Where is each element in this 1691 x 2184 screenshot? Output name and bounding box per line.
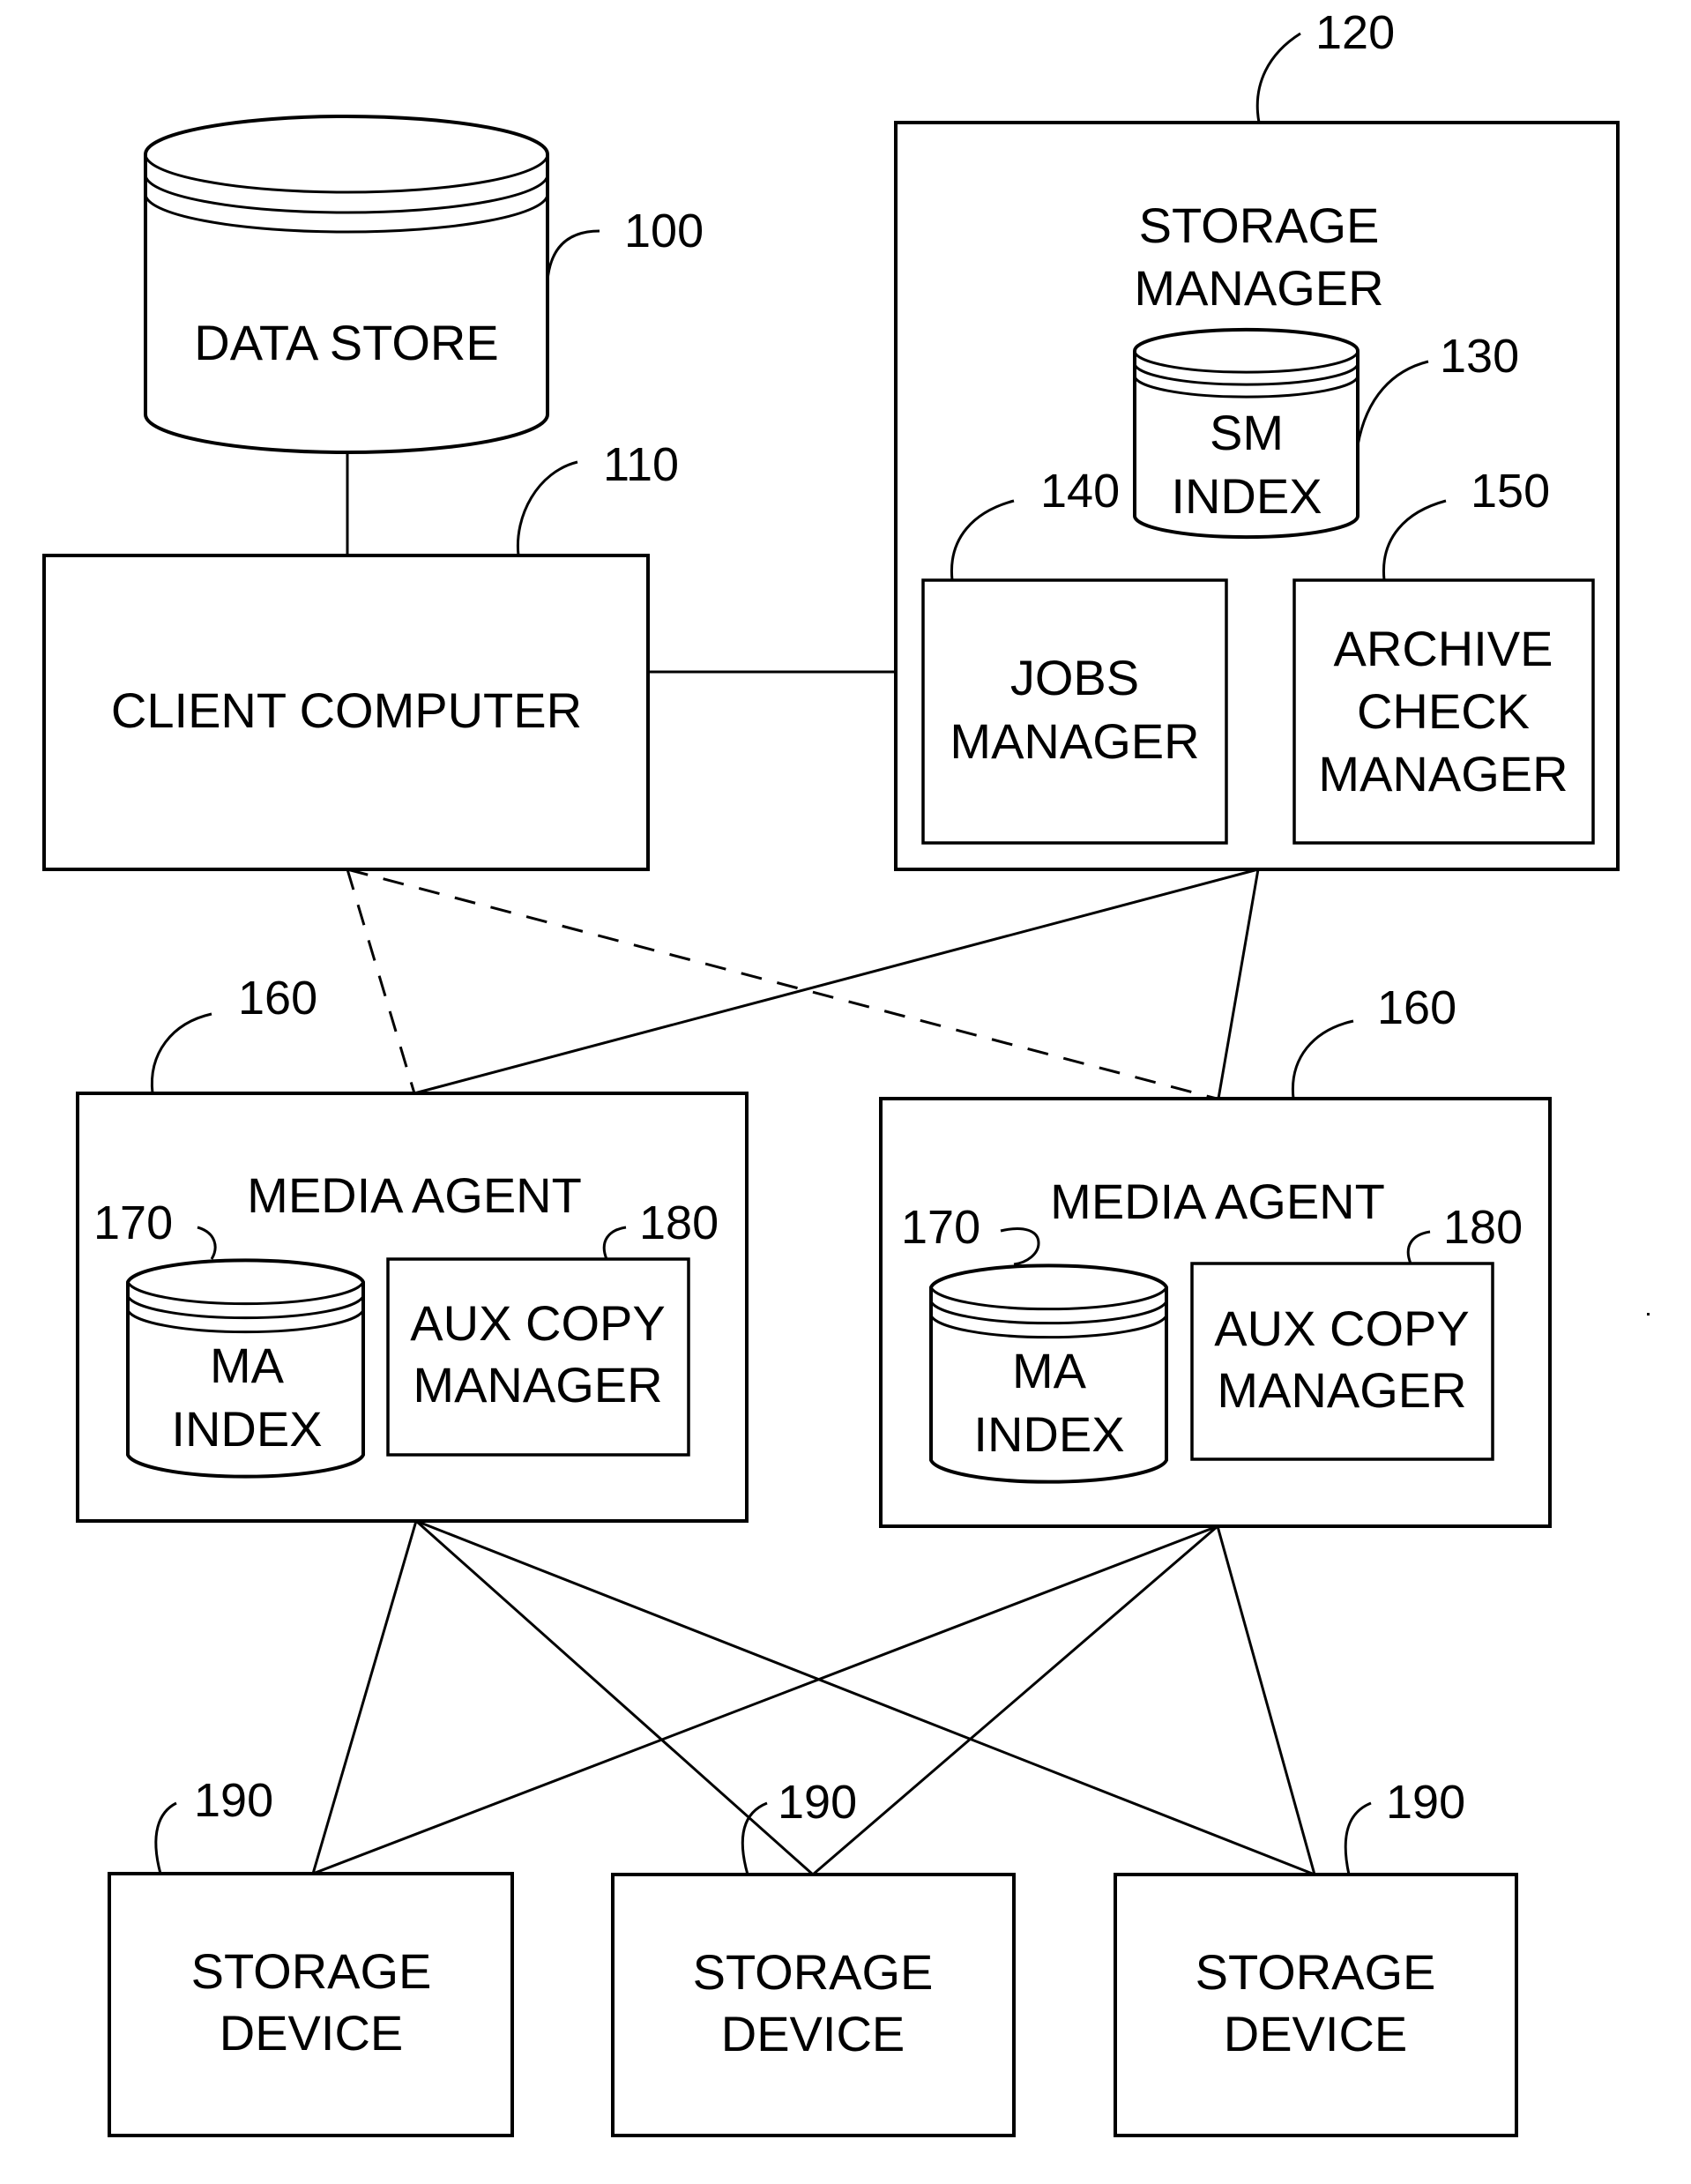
jobs-manager-box: [921, 578, 1228, 845]
system-architecture-diagram: DATA STORE 100 CLIENT COMPUTER 110 STORA…: [42, 6, 1650, 2137]
ref-170: 170: [901, 1201, 980, 1254]
connection-ma2-storage-device-1: [312, 1524, 1218, 1875]
jobs-manager[interactable]: JOBS MANAGER: [921, 578, 1228, 845]
storage-device-label-line-1: STORAGE: [191, 1943, 432, 1999]
aux-copy-manager-label-line-1: AUX COPY: [1214, 1301, 1469, 1356]
ma-index-label-line-2: INDEX: [973, 1406, 1124, 1462]
ref-leader-160: [150, 1012, 212, 1094]
ref-leader-100: [546, 229, 600, 281]
archive-check-manager-label-line-3: MANAGER: [1318, 746, 1568, 801]
aux-copy-manager-label-line-1: AUX COPY: [410, 1295, 665, 1351]
client-computer-label: CLIENT COMPUTER: [111, 682, 582, 738]
ref-120: 120: [1315, 6, 1395, 59]
connection-ma1-storage-device-2: [415, 1519, 814, 1876]
aux-copy-manager-1[interactable]: AUX COPY MANAGER: [386, 1257, 690, 1457]
storage-device-label-line-2: DEVICE: [220, 2005, 404, 2061]
data-store-label: DATA STORE: [194, 315, 498, 370]
storage-device-box: [1114, 1873, 1518, 2137]
ref-190: 190: [194, 1774, 273, 1827]
storage-manager-label-line-2: MANAGER: [1134, 260, 1383, 316]
media-agent-label: MEDIA AGENT: [247, 1167, 582, 1223]
storage-manager-label-line-1: STORAGE: [1139, 198, 1380, 253]
storage-device-1[interactable]: STORAGE DEVICE: [108, 1872, 514, 2137]
ref-160: 160: [1377, 981, 1456, 1034]
connection-ma2-storage-device-3: [1216, 1525, 1316, 1875]
ref-100: 100: [624, 205, 704, 257]
ref-110: 110: [603, 438, 679, 491]
connection-storage-manager-media-agent-1: [413, 868, 1259, 1095]
sm-index-label-line-1: SM: [1210, 405, 1284, 460]
ref-160: 160: [238, 972, 317, 1025]
storage-device-box: [611, 1873, 1016, 2137]
sm-index-label-line-2: INDEX: [1171, 468, 1322, 524]
archive-check-manager-label-line-2: CHECK: [1357, 683, 1530, 739]
storage-device-3[interactable]: STORAGE DEVICE: [1114, 1873, 1518, 2137]
client-computer[interactable]: CLIENT COMPUTER: [42, 554, 650, 871]
sm-index[interactable]: SM INDEX: [1133, 327, 1360, 540]
storage-device-label-line-2: DEVICE: [721, 2006, 905, 2061]
ref-180: 180: [639, 1196, 719, 1249]
scan-speck: [1647, 1313, 1650, 1316]
jobs-manager-label-line-1: JOBS: [1010, 650, 1139, 705]
connection-ma1-storage-device-1: [311, 1520, 418, 1875]
ma-index-label-line-1: MA: [210, 1338, 285, 1393]
ref-130: 130: [1440, 330, 1519, 383]
ref-190: 190: [778, 1776, 857, 1829]
storage-device-label-line-1: STORAGE: [1196, 1944, 1436, 2000]
archive-check-manager[interactable]: ARCHIVE CHECK MANAGER: [1292, 578, 1595, 845]
aux-copy-manager-label-line-2: MANAGER: [413, 1357, 662, 1413]
ref-leader-190: [1344, 1801, 1372, 1875]
ma-index-label-line-2: INDEX: [171, 1401, 322, 1457]
ref-leader-160: [1291, 1019, 1354, 1099]
archive-check-manager-label-line-1: ARCHIVE: [1334, 621, 1553, 676]
ma-index-1[interactable]: MA INDEX: [126, 1258, 365, 1479]
storage-device-label-line-1: STORAGE: [693, 1944, 934, 2000]
ref-180: 180: [1443, 1201, 1523, 1254]
ref-leader-110: [516, 460, 578, 556]
media-agent-label: MEDIA AGENT: [1050, 1174, 1385, 1229]
ma-index-label-line-1: MA: [1012, 1343, 1087, 1398]
data-store[interactable]: DATA STORE: [144, 115, 549, 454]
connection-storage-manager-media-agent-2: [1217, 868, 1260, 1099]
aux-copy-manager-2[interactable]: AUX COPY MANAGER: [1190, 1262, 1494, 1461]
ref-leader-120: [1255, 32, 1301, 123]
ma-index-2[interactable]: MA INDEX: [929, 1263, 1168, 1484]
ref-140: 140: [1040, 465, 1120, 518]
storage-device-2[interactable]: STORAGE DEVICE: [611, 1873, 1016, 2137]
ref-170: 170: [93, 1196, 173, 1249]
aux-copy-manager-label-line-2: MANAGER: [1217, 1362, 1466, 1418]
connection-client-media-agent-1: [346, 868, 416, 1094]
connection-ma1-storage-device-3: [415, 1519, 1315, 1876]
jobs-manager-label-line-2: MANAGER: [950, 713, 1199, 769]
storage-device-label-line-2: DEVICE: [1224, 2006, 1408, 2061]
ref-190: 190: [1386, 1776, 1465, 1829]
aux-copy-manager-box: [1190, 1262, 1494, 1461]
connection-client-media-agent-2: [346, 868, 1218, 1100]
database-cylinder-icon: [144, 115, 549, 454]
ref-leader-190: [154, 1801, 177, 1875]
ref-150: 150: [1471, 465, 1550, 518]
